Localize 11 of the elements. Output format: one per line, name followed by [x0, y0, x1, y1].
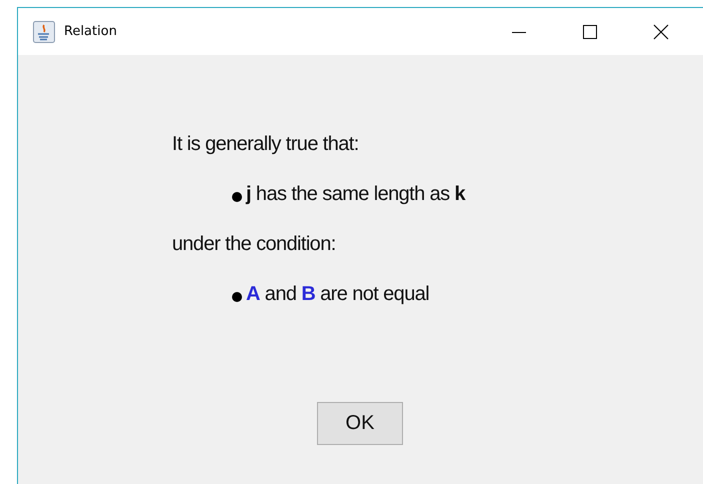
maximize-icon[interactable]	[582, 24, 598, 40]
bullet-icon	[232, 192, 242, 202]
statement-text: under the condition:	[172, 233, 336, 256]
bullet-icon	[232, 292, 242, 302]
statement-text: It is generally true that:	[172, 133, 359, 156]
bullet-text: A and B are not equal	[246, 283, 430, 306]
ok-button[interactable]: OK	[317, 402, 403, 445]
app-icon	[33, 20, 55, 42]
window-title: Relation	[64, 24, 118, 39]
close-icon[interactable]	[652, 24, 668, 40]
bullet-text: j has the same length as k	[246, 183, 466, 206]
